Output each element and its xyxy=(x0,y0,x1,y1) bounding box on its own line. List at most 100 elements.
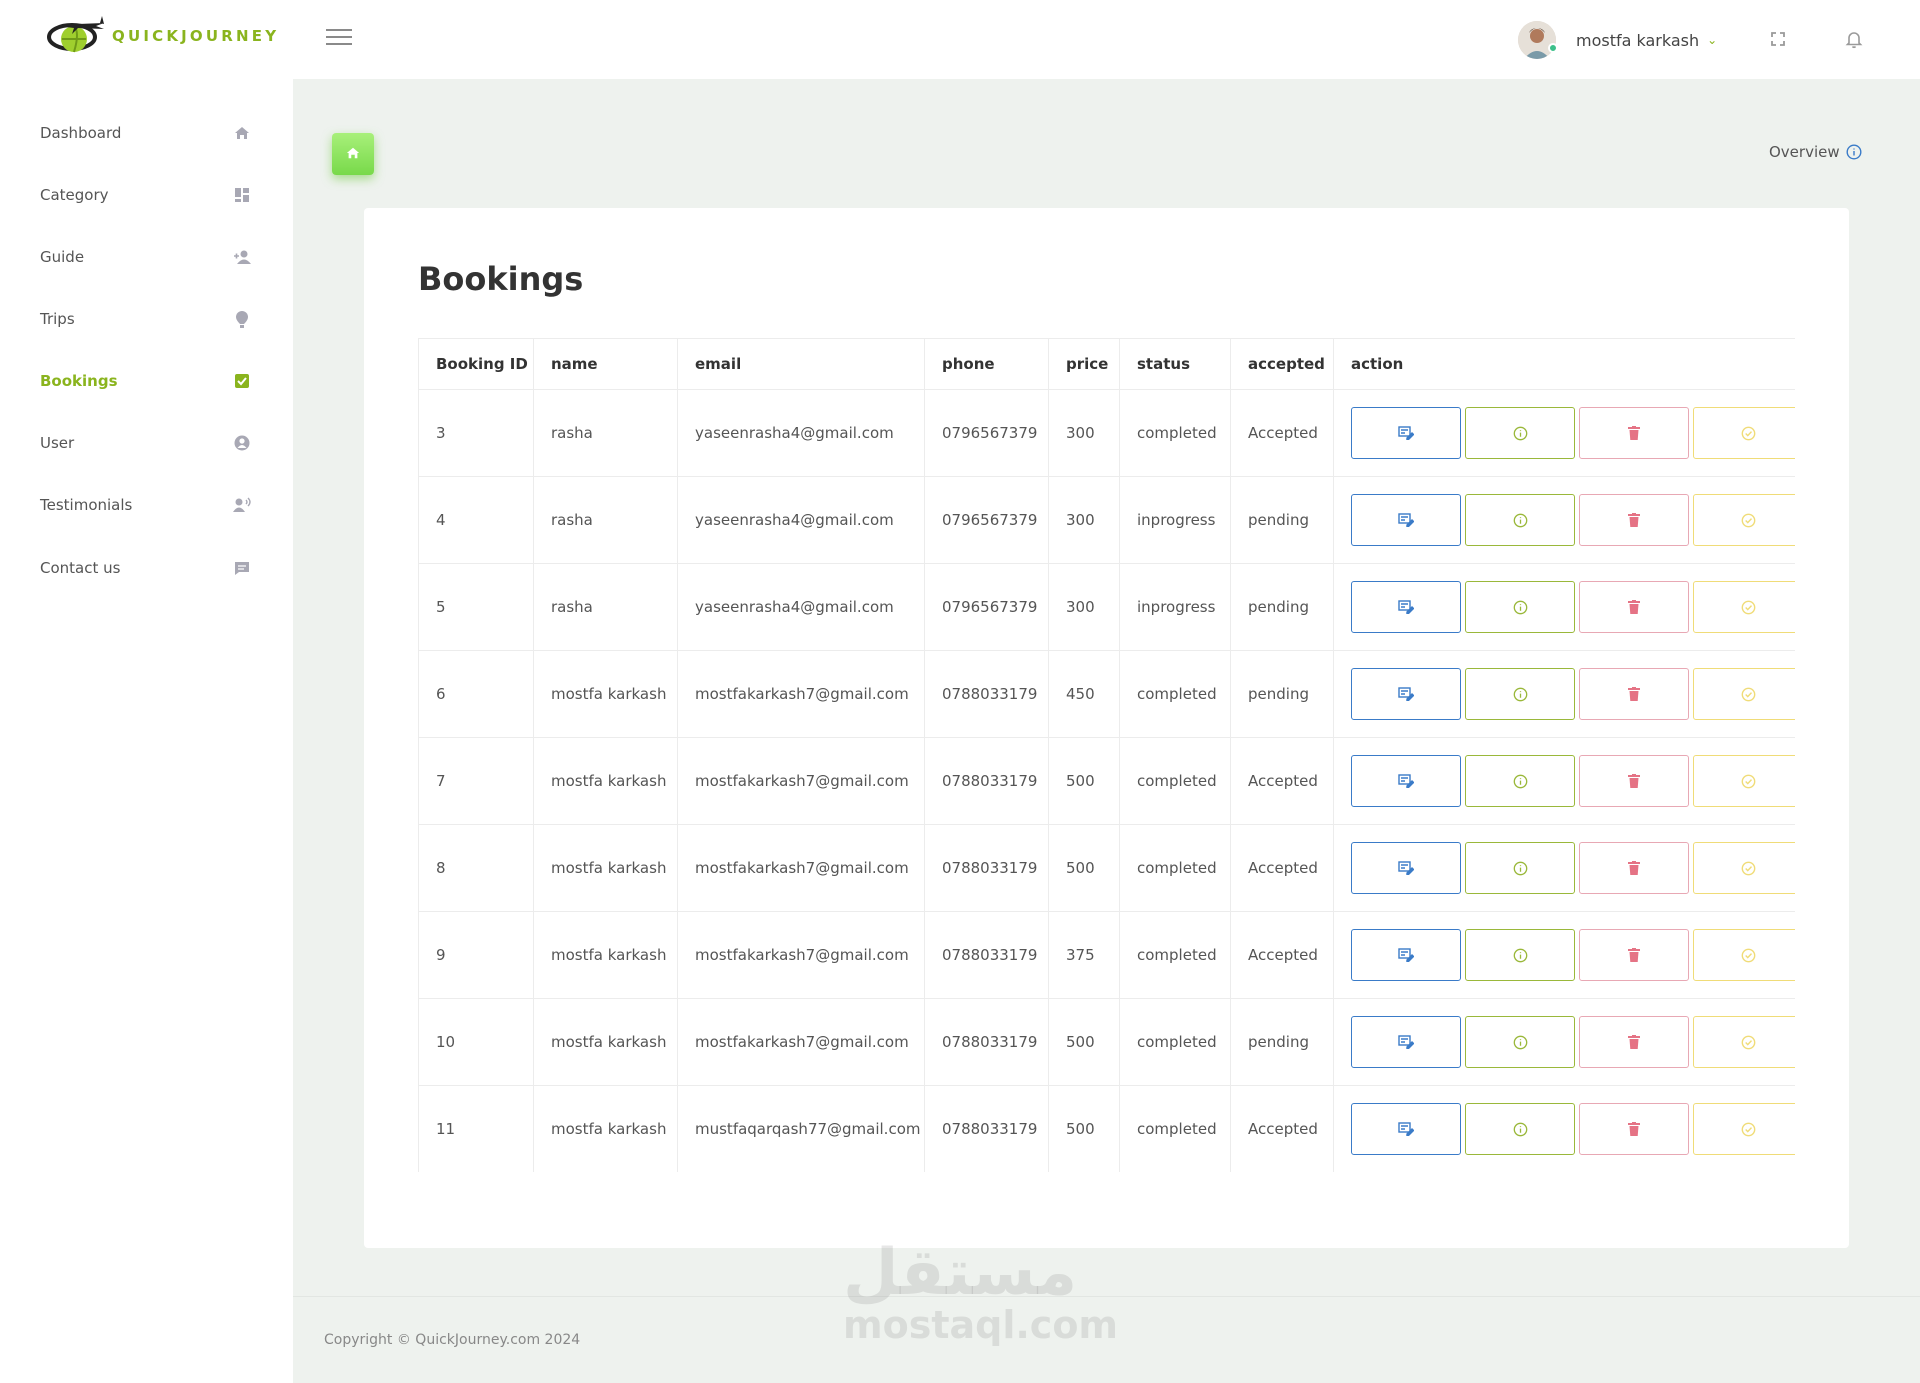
accepted-cell: pending xyxy=(1230,650,1334,738)
delete-button[interactable] xyxy=(1579,581,1689,633)
phone-cell: 0796567379 xyxy=(924,563,1049,651)
email-cell: mostfakarkash7@gmail.com xyxy=(677,824,925,912)
delete-button[interactable] xyxy=(1579,1103,1689,1155)
status-cell: inprogress xyxy=(1119,476,1231,564)
phone-cell: 0788033179 xyxy=(924,911,1049,999)
delete-button[interactable] xyxy=(1579,668,1689,720)
approve-button[interactable] xyxy=(1693,581,1795,633)
details-button[interactable] xyxy=(1465,929,1575,981)
bell-icon[interactable] xyxy=(1843,28,1865,50)
sidebar-item-label: Guide xyxy=(40,248,85,266)
sidebar-item-contact-us[interactable]: Contact us xyxy=(0,544,293,592)
edit-button[interactable] xyxy=(1351,494,1461,546)
edit-icon xyxy=(1398,774,1414,788)
approve-button[interactable] xyxy=(1693,494,1795,546)
details-button[interactable] xyxy=(1465,755,1575,807)
trash-icon xyxy=(1628,948,1640,962)
edit-icon xyxy=(1398,1122,1414,1136)
edit-button[interactable] xyxy=(1351,842,1461,894)
sidebar-item-bookings[interactable]: Bookings xyxy=(0,357,293,405)
fullscreen-icon[interactable] xyxy=(1767,28,1789,50)
edit-button[interactable] xyxy=(1351,1016,1461,1068)
delete-button[interactable] xyxy=(1579,407,1689,459)
menu-toggle-button[interactable] xyxy=(326,29,352,49)
check-circle-icon xyxy=(1741,426,1756,441)
trash-icon xyxy=(1628,426,1640,440)
watermark: مستقل mostaql.com xyxy=(843,1240,1118,1344)
column-header: status xyxy=(1119,338,1231,390)
accepted-cell: pending xyxy=(1230,563,1334,651)
sidebar-item-label: Contact us xyxy=(40,559,121,577)
details-button[interactable] xyxy=(1465,581,1575,633)
column-header: name xyxy=(533,338,678,390)
sidebar-item-trips[interactable]: Trips xyxy=(0,295,293,343)
actions-cell xyxy=(1333,389,1795,477)
edit-button[interactable] xyxy=(1351,755,1461,807)
edit-button[interactable] xyxy=(1351,581,1461,633)
details-button[interactable] xyxy=(1465,1103,1575,1155)
accepted-cell: Accepted xyxy=(1230,1085,1334,1172)
sidebar-item-user[interactable]: User xyxy=(0,419,293,467)
sidebar-item-testimonials[interactable]: Testimonials xyxy=(0,481,293,529)
name-cell: mostfa karkash xyxy=(533,650,678,738)
logo[interactable]: QUICKJOURNEY xyxy=(44,10,279,58)
info-icon xyxy=(1513,774,1528,789)
edit-button[interactable] xyxy=(1351,668,1461,720)
bookings-table-container[interactable]: Booking ID name email phone price status accep… xyxy=(418,338,1795,1172)
info-icon xyxy=(1513,687,1528,702)
email-cell: mostfakarkash7@gmail.com xyxy=(677,911,925,999)
accepted-cell: pending xyxy=(1230,998,1334,1086)
trash-icon xyxy=(1628,774,1640,788)
status-cell: completed xyxy=(1119,824,1231,912)
chat-icon xyxy=(232,558,252,578)
accepted-cell: Accepted xyxy=(1230,737,1334,825)
overview-link[interactable]: Overview xyxy=(1769,143,1862,161)
delete-button[interactable] xyxy=(1579,494,1689,546)
approve-button[interactable] xyxy=(1693,1016,1795,1068)
table-row: 5 rasha yaseenrasha4@gmail.com 0796567379 30… xyxy=(418,563,1795,651)
approve-button[interactable] xyxy=(1693,929,1795,981)
sidebar-item-label: Bookings xyxy=(40,372,118,390)
booking-id-cell: 3 xyxy=(418,389,534,477)
approve-button[interactable] xyxy=(1693,1103,1795,1155)
check-circle-icon xyxy=(1741,861,1756,876)
price-cell: 500 xyxy=(1048,1085,1120,1172)
actions-cell xyxy=(1333,737,1795,825)
delete-button[interactable] xyxy=(1579,929,1689,981)
trash-icon xyxy=(1628,1122,1640,1136)
delete-button[interactable] xyxy=(1579,842,1689,894)
details-button[interactable] xyxy=(1465,842,1575,894)
bookings-card: Bookings Booking ID name email phone price st… xyxy=(364,208,1849,1248)
accepted-cell: pending xyxy=(1230,476,1334,564)
home-button[interactable] xyxy=(332,133,374,175)
name-cell: mostfa karkash xyxy=(533,737,678,825)
details-button[interactable] xyxy=(1465,494,1575,546)
sidebar-item-dashboard[interactable]: Dashboard xyxy=(0,109,293,157)
home-icon xyxy=(232,123,252,143)
approve-button[interactable] xyxy=(1693,842,1795,894)
delete-button[interactable] xyxy=(1579,1016,1689,1068)
email-cell: mostfakarkash7@gmail.com xyxy=(677,650,925,738)
name-cell: rasha xyxy=(533,476,678,564)
email-cell: mostfakarkash7@gmail.com xyxy=(677,998,925,1086)
edit-button[interactable] xyxy=(1351,407,1461,459)
actions-cell xyxy=(1333,911,1795,999)
edit-button[interactable] xyxy=(1351,929,1461,981)
approve-button[interactable] xyxy=(1693,407,1795,459)
phone-cell: 0788033179 xyxy=(924,1085,1049,1172)
approve-button[interactable] xyxy=(1693,755,1795,807)
approve-button[interactable] xyxy=(1693,668,1795,720)
phone-cell: 0796567379 xyxy=(924,476,1049,564)
details-button[interactable] xyxy=(1465,1016,1575,1068)
edit-icon xyxy=(1398,600,1414,614)
delete-button[interactable] xyxy=(1579,755,1689,807)
details-button[interactable] xyxy=(1465,407,1575,459)
sidebar-item-guide[interactable]: Guide xyxy=(0,233,293,281)
edit-icon xyxy=(1398,861,1414,875)
user-menu[interactable]: mostfa karkash ⌄ xyxy=(1518,20,1717,60)
booking-id-cell: 7 xyxy=(418,737,534,825)
details-button[interactable] xyxy=(1465,668,1575,720)
sidebar-item-category[interactable]: Category xyxy=(0,171,293,219)
hamburger-line xyxy=(326,43,352,45)
edit-button[interactable] xyxy=(1351,1103,1461,1155)
